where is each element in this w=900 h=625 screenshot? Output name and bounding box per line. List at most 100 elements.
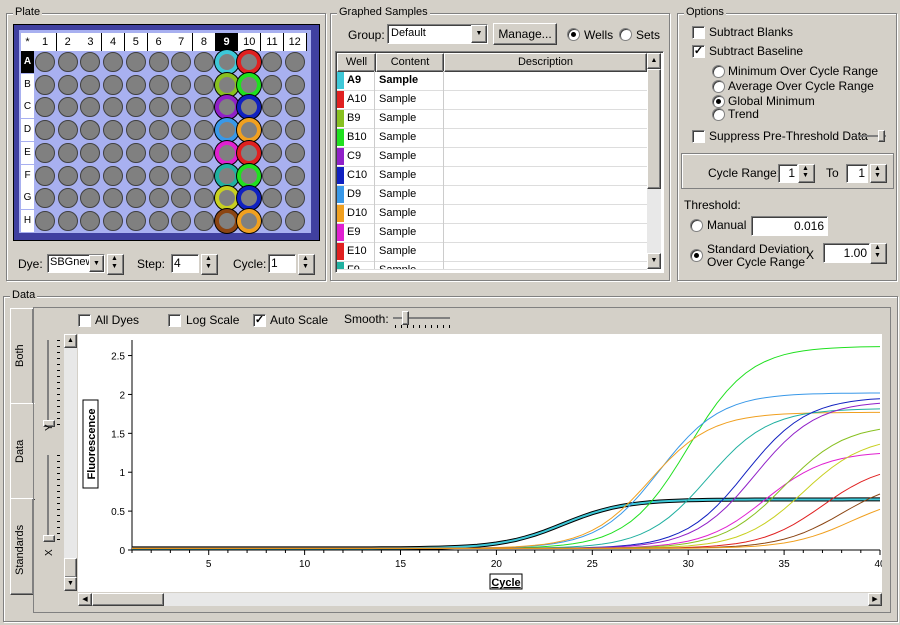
plate-well[interactable] xyxy=(262,142,282,163)
chart-vscroll-up-icon[interactable]: ▲ xyxy=(64,334,77,348)
plate-well[interactable] xyxy=(148,210,169,231)
manual-threshold-input[interactable]: 0.016 xyxy=(751,216,828,236)
plate-well[interactable] xyxy=(193,188,214,209)
plate-column-header[interactable]: 9 xyxy=(215,33,239,51)
step-spinner[interactable]: ▲ ▼ xyxy=(201,254,218,275)
plate-well[interactable] xyxy=(262,120,282,141)
chart-hscroll[interactable]: ◀ ▶ xyxy=(78,593,882,606)
plate-well[interactable] xyxy=(284,120,305,141)
plate-well[interactable] xyxy=(148,165,169,186)
plate-well[interactable] xyxy=(284,97,305,118)
plate-well[interactable] xyxy=(125,210,146,231)
step-input[interactable]: 4 xyxy=(171,254,199,273)
plate-row-header[interactable]: H xyxy=(21,209,34,232)
table-row[interactable]: B9 Sample xyxy=(337,109,647,129)
plate-well[interactable] xyxy=(125,142,146,163)
plate-row-header[interactable]: E xyxy=(21,141,34,164)
plate-row-header[interactable]: B xyxy=(21,73,34,96)
suppress-checkbox[interactable] xyxy=(692,130,705,143)
plate-well[interactable] xyxy=(35,120,55,141)
plate-well[interactable] xyxy=(262,52,282,72)
plate-row-header[interactable]: A xyxy=(21,51,34,73)
plate-row-header[interactable]: F xyxy=(21,164,34,187)
plate-well[interactable] xyxy=(284,52,305,72)
avg-over-cycle-radio[interactable] xyxy=(712,80,725,93)
plate-well[interactable] xyxy=(148,97,169,118)
plate-well[interactable] xyxy=(214,95,239,120)
plate-row-header[interactable]: D xyxy=(21,119,34,142)
chart-vscroll[interactable]: ▲ ▼ xyxy=(64,334,77,591)
chart-hscroll-thumb[interactable] xyxy=(92,593,164,606)
plate-well[interactable] xyxy=(125,52,146,72)
plate-well[interactable] xyxy=(125,74,146,95)
group-dropdown-button[interactable]: ▼ xyxy=(471,25,487,43)
plate-well[interactable] xyxy=(57,188,78,209)
plate-well[interactable] xyxy=(237,140,262,165)
plate-corner-header[interactable]: * xyxy=(21,33,35,51)
std-dev-spinner[interactable]: ▲ ▼ xyxy=(870,243,887,264)
plate-well[interactable] xyxy=(284,210,305,231)
table-header-well[interactable]: Well xyxy=(337,53,376,72)
plate-column-header[interactable]: 2 xyxy=(56,33,80,51)
scroll-down-icon[interactable]: ▼ xyxy=(647,253,661,269)
min-over-cycle-radio[interactable] xyxy=(712,65,725,78)
plate-well[interactable] xyxy=(57,52,78,72)
group-select[interactable]: Default ▼ xyxy=(387,24,488,44)
plate-well[interactable] xyxy=(284,142,305,163)
plate-well[interactable] xyxy=(262,74,282,95)
plate-row-header[interactable]: C xyxy=(21,96,34,119)
plate-well[interactable] xyxy=(171,165,192,186)
plate-column-header[interactable]: 3 xyxy=(79,33,103,51)
subtract-blanks-checkbox[interactable] xyxy=(692,26,705,39)
table-row[interactable]: B10 Sample xyxy=(337,128,647,148)
all-dyes-checkbox[interactable] xyxy=(78,314,91,327)
chart-hscroll-left-icon[interactable]: ◀ xyxy=(78,593,92,606)
plate-well[interactable] xyxy=(103,142,124,163)
trend-radio[interactable] xyxy=(712,108,725,121)
plate-well[interactable] xyxy=(193,142,214,163)
std-dev-radio[interactable] xyxy=(690,249,703,262)
plate-well[interactable] xyxy=(80,74,101,95)
plate-well[interactable] xyxy=(103,74,124,95)
plate-well[interactable] xyxy=(35,142,55,163)
table-row[interactable]: F9 Sample xyxy=(337,261,647,270)
plate-well[interactable] xyxy=(57,97,78,118)
table-scrollbar[interactable]: ▲ ▼ xyxy=(647,53,661,269)
plate-column-header[interactable]: 10 xyxy=(238,33,262,51)
plate-well[interactable] xyxy=(262,165,282,186)
plate-well[interactable] xyxy=(193,74,214,95)
x-slider-thumb[interactable] xyxy=(43,535,55,542)
plate-well[interactable] xyxy=(193,210,214,231)
log-scale-checkbox[interactable] xyxy=(168,314,181,327)
plate-column-header[interactable]: 4 xyxy=(102,33,126,51)
auto-scale-checkbox[interactable]: ✓ xyxy=(253,314,266,327)
table-header-description[interactable]: Description xyxy=(444,53,647,72)
plate-well[interactable] xyxy=(171,142,192,163)
plate-well[interactable] xyxy=(284,74,305,95)
plate-column-header[interactable]: 7 xyxy=(170,33,194,51)
plate-well[interactable] xyxy=(148,52,169,72)
wells-radio[interactable] xyxy=(567,28,580,41)
plate-well[interactable] xyxy=(125,165,146,186)
table-row[interactable]: E9 Sample xyxy=(337,223,647,243)
plate-row-header[interactable]: G xyxy=(21,187,34,210)
plate-well[interactable] xyxy=(57,210,78,231)
suppress-slider-thumb[interactable] xyxy=(878,130,885,142)
plate-well[interactable] xyxy=(193,52,214,72)
plate-well[interactable] xyxy=(35,165,55,186)
plate-well[interactable] xyxy=(214,50,239,74)
chart-vscroll-thumb[interactable] xyxy=(64,558,77,578)
plate-well[interactable] xyxy=(35,74,55,95)
cycle-to-spinner[interactable]: ▲ ▼ xyxy=(870,164,887,183)
plate-column-header[interactable]: 6 xyxy=(147,33,171,51)
plate-well[interactable] xyxy=(148,120,169,141)
global-min-radio[interactable] xyxy=(712,95,725,108)
plate-well[interactable] xyxy=(148,188,169,209)
plate-well[interactable] xyxy=(148,74,169,95)
plate-column-header[interactable]: 5 xyxy=(124,33,148,51)
plate-well[interactable] xyxy=(57,165,78,186)
plate-well[interactable] xyxy=(214,118,239,143)
std-dev-input[interactable]: 1.00 xyxy=(823,243,870,263)
cycle-from-input[interactable]: 1 xyxy=(778,164,798,183)
scroll-up-icon[interactable]: ▲ xyxy=(647,53,661,69)
